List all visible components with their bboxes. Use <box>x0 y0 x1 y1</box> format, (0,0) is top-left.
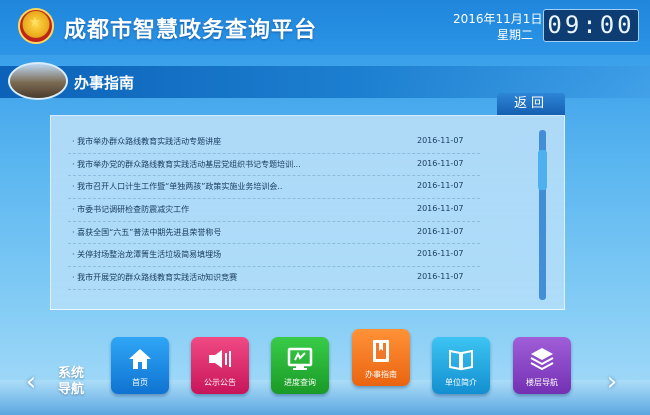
list-item[interactable]: · 关停封场整治龙潭箐生活垃圾简易填埋场 2016-11-07 <box>68 244 480 268</box>
list-item-date: 2016-11-07 <box>417 181 464 191</box>
speaker-icon <box>209 350 231 368</box>
list-item-date: 2016-11-07 <box>417 226 464 236</box>
nav-tile-label: 进度查询 <box>284 378 316 387</box>
list-item[interactable]: · 我市举办群众路线教育实践活动专题讲座 2016-11-07 <box>68 131 480 154</box>
nav-tile-progress[interactable]: 进度查询 <box>271 337 329 394</box>
list-item-date: 2016-11-07 <box>417 136 464 145</box>
current-date: 2016年11月1日 <box>453 12 543 26</box>
list-item[interactable]: · 市委书记调研检查防震减灾工作 2016-11-07 <box>68 199 480 222</box>
nav-tile-label: 楼层导航 <box>526 378 558 387</box>
list-item-date: 2016-11-07 <box>417 158 464 168</box>
open-book-icon <box>449 349 473 371</box>
list-item[interactable]: · 我市举办党的群众路线教育实践活动基层党组织书记专题培训... 2016-11… <box>68 154 480 177</box>
chevron-right-icon[interactable]: › <box>605 365 619 399</box>
list-item[interactable]: · 我市召开人口计生工作暨“单独两孩”政策实施业务培训会.. 2016-11-0… <box>68 176 480 200</box>
list-item[interactable]: · 喜获全国“六五”普法中期先进县荣誉称号 2016-11-07 <box>68 222 480 245</box>
scrollbar-thumb[interactable] <box>538 150 547 190</box>
nav-tile-label: 办事指南 <box>365 370 397 379</box>
nav-tile-label: 首页 <box>132 378 148 387</box>
banner-photo <box>8 62 68 100</box>
nav-tile-intro[interactable]: 单位简介 <box>432 337 490 394</box>
book-icon <box>373 340 389 362</box>
monitor-icon <box>287 347 313 370</box>
list-item[interactable]: · 我市开展党的群众路线教育实践活动知识竞赛 2016-11-07 <box>68 267 480 290</box>
site-title: 成都市智慧政务查询平台 <box>64 18 318 43</box>
list-item-title[interactable]: · 我市召开人口计生工作暨“单独两孩”政策实施业务培训会.. <box>72 181 282 192</box>
list-item-date: 2016-11-07 <box>417 272 464 282</box>
list-item-date: 2016-11-07 <box>417 204 464 214</box>
nav-tile-notice[interactable]: 公示公告 <box>191 337 249 394</box>
nav-tile-floor[interactable]: 楼层导航 <box>513 337 571 394</box>
nav-tile-label: 单位简介 <box>445 378 477 387</box>
chevron-left-icon[interactable]: ‹ <box>24 365 38 399</box>
list-item-date: 2016-11-07 <box>417 249 464 259</box>
list-item-title[interactable]: · 市委书记调研检查防震减灾工作 <box>72 204 189 215</box>
list-item-title[interactable]: · 喜获全国“六五”普法中期先进县荣誉称号 <box>72 227 221 238</box>
home-icon <box>129 349 151 369</box>
section-title: 办事指南 <box>74 74 135 92</box>
list-item-title[interactable]: · 我市举办群众路线教育实践活动专题讲座 <box>72 136 221 147</box>
layers-icon <box>530 348 554 371</box>
system-nav-label: 系统导航 <box>58 366 85 397</box>
article-list: · 我市举办群众路线教育实践活动专题讲座 2016-11-07 · 我市举办党的… <box>68 131 480 290</box>
list-item-title[interactable]: · 关停封场整治龙潭箐生活垃圾简易填埋场 <box>72 249 221 260</box>
current-weekday: 星期二 <box>497 28 534 42</box>
national-emblem-icon: ★ <box>18 8 54 44</box>
list-item-title[interactable]: · 我市举办党的群众路线教育实践活动基层党组织书记专题培训... <box>72 159 301 170</box>
back-button[interactable]: 返回 <box>497 93 565 115</box>
digital-clock: 09:00 <box>543 9 639 42</box>
nav-tile-home[interactable]: 首页 <box>111 337 169 394</box>
list-item-title[interactable]: · 我市开展党的群众路线教育实践活动知识竞赛 <box>72 272 237 283</box>
nav-tile-guide[interactable]: 办事指南 <box>352 329 410 386</box>
nav-tile-label: 公示公告 <box>204 378 236 387</box>
